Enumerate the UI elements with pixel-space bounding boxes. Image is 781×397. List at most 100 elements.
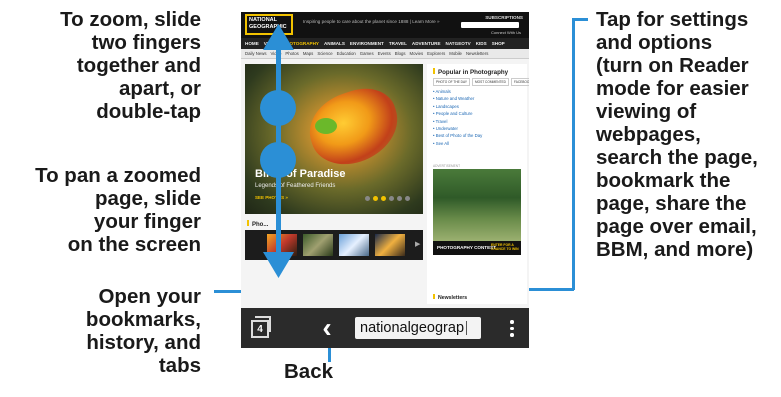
zoom-line: two fingers — [91, 31, 201, 54]
subnav-item[interactable]: Events — [378, 51, 391, 56]
nav-natgeotv[interactable]: NATGEOTV — [446, 41, 471, 46]
subnav-item[interactable]: Photos — [285, 51, 298, 56]
subnav-item[interactable]: Movies — [410, 51, 424, 56]
nav-kids[interactable]: KIDS — [476, 41, 487, 46]
bookmarks-line: Open your — [98, 285, 201, 308]
pager-dot[interactable] — [365, 196, 370, 201]
site-sub-nav: Daily News Video Photos Maps Science Edu… — [241, 49, 529, 59]
advertisement-footer[interactable]: PHOTOGRAPHY CONTEST ENTER FOR A CHANCE T… — [433, 241, 521, 255]
subnav-item[interactable]: Games — [360, 51, 374, 56]
pager-dot[interactable] — [405, 196, 410, 201]
tabs-button[interactable]: 4 — [249, 314, 277, 342]
finger-touch-point-icon — [260, 142, 296, 178]
tab-photo-of-the-day[interactable]: PHOTO OF THE DAY — [433, 78, 470, 86]
nav-adventure[interactable]: ADVENTURE — [412, 41, 441, 46]
subnav-item[interactable]: Maps — [303, 51, 314, 56]
photo-thumbnail[interactable] — [303, 234, 333, 256]
browser-toolbar: 4 ‹ nationalgeograp — [241, 308, 529, 348]
pan-line: your finger — [93, 210, 201, 233]
zoom-instruction: To zoom, slide two fingers together and … — [60, 8, 201, 123]
popular-link[interactable]: Landscapes — [433, 103, 482, 110]
subscriptions-link[interactable]: SUBSCRIPTIONS — [485, 15, 523, 20]
popular-sidebar: Popular in Photography PHOTO OF THE DAY … — [427, 64, 529, 304]
photo-thumbnail[interactable] — [339, 234, 369, 256]
pan-line: To pan a zoomed — [35, 164, 201, 187]
photo-thumbnail[interactable] — [375, 234, 405, 256]
bird-head-image — [315, 118, 337, 134]
pager-dot-active[interactable] — [381, 196, 386, 201]
slideshow-pager — [365, 196, 410, 201]
connect-with-us[interactable]: Connect With Us — [491, 30, 521, 35]
text-caret — [466, 321, 468, 336]
settings-line: page over email, — [596, 215, 757, 238]
strip-next-icon[interactable]: ▶ — [415, 240, 420, 248]
arrow-down-icon — [263, 252, 294, 278]
pager-dot[interactable] — [389, 196, 394, 201]
newsletters-heading: Newsletters — [433, 294, 467, 301]
tab-count-badge: 4 — [251, 320, 269, 338]
subnav-item[interactable]: Explorers — [427, 51, 445, 56]
nav-shop[interactable]: SHOP — [492, 41, 505, 46]
popular-link[interactable]: Best of Photo of the Day — [433, 132, 483, 139]
subnav-item[interactable]: Mobile — [449, 51, 462, 56]
popular-link[interactable]: Travel — [433, 118, 482, 125]
hero-subtitle: Legends of Feathered Friends — [255, 183, 336, 189]
pan-instruction: To pan a zoomed page, slide your finger … — [35, 164, 201, 256]
hero-slideshow[interactable]: Birds of Paradise Legends of Feathered F… — [245, 64, 423, 214]
settings-instruction: Tap for settings and options (turn on Re… — [596, 8, 758, 261]
popular-list: Animals Nature and Weather Landscapes Pe… — [433, 88, 482, 147]
ad-text: PHOTOGRAPHY CONTEST — [437, 245, 497, 250]
back-button[interactable]: ‹ — [313, 314, 341, 342]
settings-leader-vertical — [572, 18, 575, 290]
subnav-item[interactable]: Newsletters — [466, 51, 488, 56]
settings-line: BBM, and more) — [596, 238, 754, 261]
overflow-menu-button[interactable] — [503, 314, 521, 342]
advertisement-label: ADVERTISEMENT — [433, 164, 461, 168]
see-photos-link[interactable]: SEE PHOTOS » — [255, 195, 288, 200]
menu-dot-icon — [510, 333, 514, 337]
settings-line: and options — [596, 31, 713, 54]
subnav-item[interactable]: Daily News — [245, 51, 267, 56]
settings-line: page, share the — [596, 192, 747, 215]
advertisement-image[interactable] — [433, 169, 521, 241]
popular-link[interactable]: Nature and Weather — [433, 95, 482, 102]
subnav-item[interactable]: Blogs — [395, 51, 406, 56]
pan-line: on the screen — [67, 233, 201, 256]
zoom-line: double-tap — [96, 100, 201, 123]
popular-link[interactable]: People and Culture — [433, 110, 482, 117]
settings-line: webpages, — [596, 123, 701, 146]
popular-tabs: PHOTO OF THE DAY MOST COMMENTED FACEBOOK — [433, 78, 529, 86]
subnav-item[interactable]: Education — [337, 51, 356, 56]
nav-travel[interactable]: TRAVEL — [389, 41, 407, 46]
nav-animals[interactable]: ANIMALS — [324, 41, 345, 46]
settings-leader-top — [572, 18, 588, 21]
subnav-item[interactable]: Science — [317, 51, 332, 56]
settings-line: (turn on Reader — [596, 54, 749, 77]
tab-facebook[interactable]: FACEBOOK — [510, 78, 529, 86]
pager-dot-active[interactable] — [373, 196, 378, 201]
settings-line: search the page, — [596, 146, 758, 169]
back-instruction: Back — [284, 360, 334, 383]
settings-leader-bottom — [524, 288, 574, 291]
site-search-input[interactable] — [461, 22, 519, 28]
address-bar-input[interactable]: nationalgeograp — [355, 317, 481, 339]
popular-title: Popular in Photography — [433, 68, 508, 76]
popular-link[interactable]: Underwater — [433, 125, 482, 132]
address-text: nationalgeograp — [360, 320, 465, 336]
popular-link[interactable]: See All — [433, 140, 482, 147]
popular-link[interactable]: Animals — [433, 88, 482, 95]
browser-viewport[interactable]: NATIONAL GEOGRAPHIC Inspiring people to … — [241, 12, 529, 308]
tab-most-commented[interactable]: MOST COMMENTED — [472, 78, 509, 86]
nav-home[interactable]: HOME — [245, 41, 259, 46]
pager-dot[interactable] — [397, 196, 402, 201]
bookmarks-instruction: Open your bookmarks, history, and tabs — [86, 285, 201, 377]
settings-line: mode for easier — [596, 77, 749, 100]
bookmarks-line: bookmarks, — [85, 308, 201, 331]
bookmarks-line: tabs — [158, 354, 201, 377]
menu-dot-icon — [510, 326, 514, 330]
logo-line: NATIONAL — [249, 17, 278, 23]
settings-line: bookmark the — [596, 169, 731, 192]
nav-environment[interactable]: ENVIRONMENT — [350, 41, 384, 46]
photo-section-heading: Pho... — [247, 220, 268, 228]
site-tagline[interactable]: Inspiring people to care about the plane… — [303, 19, 440, 24]
